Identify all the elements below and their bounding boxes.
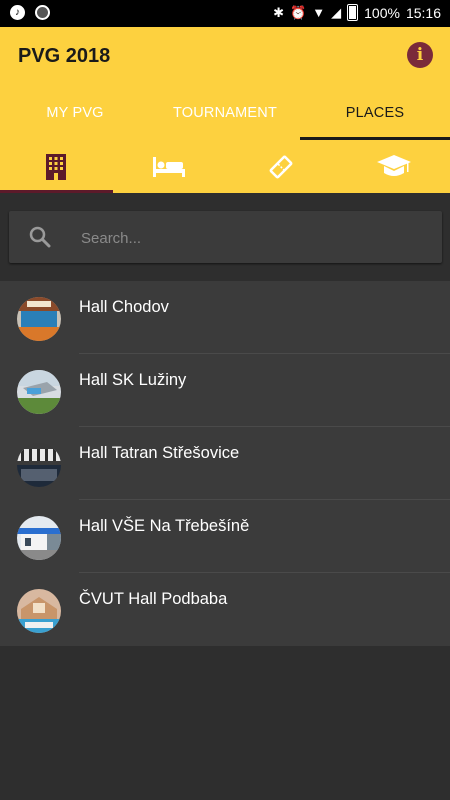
signal-icon: ◢ bbox=[331, 4, 342, 20]
tab-tournament[interactable]: TOURNAMENT bbox=[150, 94, 300, 140]
subtab-halls[interactable] bbox=[0, 140, 113, 193]
tab-places[interactable]: PLACES bbox=[300, 94, 450, 140]
status-bar: ♪ ✱ ⏰ ▼ ◢ 100% 15:16 bbox=[0, 0, 450, 27]
cvut-hall-podbaba-thumbnail bbox=[17, 589, 61, 633]
circle-icon bbox=[35, 5, 50, 20]
bed-icon bbox=[152, 156, 185, 177]
wifi-icon: ▼ bbox=[312, 5, 326, 20]
category-tabs bbox=[0, 140, 450, 193]
ticket-icon bbox=[269, 155, 293, 178]
app-bar: PVG 2018 i MY PVG TOURNAMENT PLACES bbox=[0, 27, 450, 140]
graduation-cap-icon bbox=[376, 154, 411, 176]
main-tabs: MY PVG TOURNAMENT PLACES bbox=[0, 94, 450, 140]
place-name: Hall VŠE Na Třebešíně bbox=[79, 517, 250, 535]
search-section bbox=[0, 193, 450, 281]
list-item-hall-vse-na-trebesine[interactable]: Hall VŠE Na Třebešíně bbox=[0, 500, 450, 573]
subtab-university[interactable] bbox=[338, 140, 450, 193]
info-button[interactable]: i bbox=[407, 42, 433, 68]
list-item-hall-sk-luziny[interactable]: Hall SK Lužiny bbox=[0, 354, 450, 427]
hall-vse-na-trebesine-thumbnail bbox=[17, 516, 61, 560]
alarm-icon: ⏰ bbox=[290, 4, 307, 20]
music-icon: ♪ bbox=[10, 5, 25, 20]
search-icon bbox=[29, 226, 51, 248]
subtab-accommodation[interactable] bbox=[113, 140, 226, 193]
search-input[interactable] bbox=[79, 223, 423, 253]
battery-level: 100% bbox=[364, 4, 400, 21]
list-item-cvut-hall-podbaba[interactable]: ČVUT Hall Podbaba bbox=[0, 573, 450, 646]
place-name: Hall Tatran Střešovice bbox=[79, 444, 240, 462]
building-icon bbox=[46, 153, 67, 180]
list-item-hall-chodov[interactable]: Hall Chodov bbox=[0, 281, 450, 354]
clock: 15:16 bbox=[405, 4, 441, 21]
hall-sk-luziny-thumbnail bbox=[17, 370, 61, 414]
bluetooth-icon: ✱ bbox=[273, 4, 285, 20]
info-icon: i bbox=[416, 45, 424, 65]
app-title: PVG 2018 bbox=[18, 45, 111, 67]
list-item-hall-tatran-stresovice[interactable]: Hall Tatran Střešovice bbox=[0, 427, 450, 500]
battery-icon bbox=[347, 4, 359, 21]
places-list: Hall Chodov Hall SK Lužiny Hall Tatran S… bbox=[0, 281, 450, 646]
place-name: Hall SK Lužiny bbox=[79, 371, 187, 389]
hall-tatran-stresovice-thumbnail bbox=[17, 443, 61, 487]
search-bar[interactable] bbox=[9, 211, 442, 263]
subtab-tickets[interactable] bbox=[225, 140, 338, 193]
tab-my-pvg[interactable]: MY PVG bbox=[0, 94, 150, 140]
place-name: Hall Chodov bbox=[79, 298, 169, 316]
hall-chodov-thumbnail bbox=[17, 297, 61, 341]
place-name: ČVUT Hall Podbaba bbox=[79, 590, 228, 608]
